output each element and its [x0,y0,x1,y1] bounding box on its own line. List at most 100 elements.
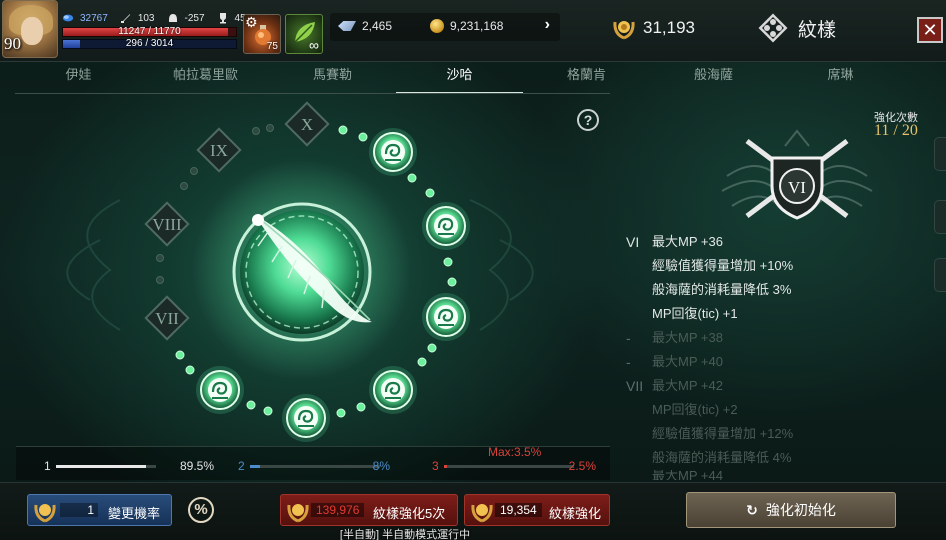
effect-group-pending: - 最大MP +38 - 最大MP +40 [626,326,723,374]
rate-index: 2 [238,459,245,473]
path-dot [336,408,346,418]
rate-track [444,465,574,468]
help-button[interactable]: ? [577,109,599,131]
path-dot [246,400,256,410]
side-tab[interactable] [934,137,946,171]
power-icon [62,14,74,22]
window-title-text: 紋樣 [798,19,837,41]
path-dot [443,257,453,267]
path-dot [185,365,195,375]
crystal-resource: 2,465 [338,19,392,33]
glyph-node-unlocked[interactable] [369,128,417,176]
glyph-node-locked[interactable]: VIII [144,201,190,247]
infinity-icon: ∞ [309,37,319,53]
glyph-node-locked[interactable]: IX [196,127,242,173]
attack-value: 103 [137,12,155,24]
crystal-value: 2,465 [362,19,393,33]
gold-value: 9,231,168 [450,19,504,33]
tab-4[interactable]: 格蘭肯 [523,62,650,92]
tab-1[interactable]: 帕拉葛里歐 [142,62,269,92]
hp-bar: 11247 / 11770 [62,26,237,37]
glyph-node-unlocked[interactable] [422,202,470,250]
change-chance-button[interactable]: 1 變更機率 [27,494,172,526]
effect-group-next: VII 最大MP +42 MP回復(tic) +2 經驗值獲得量增加 +12% … [626,374,793,480]
tabs-divider [15,93,610,94]
leaf-quick-slot[interactable]: ∞ [285,14,323,54]
reset-label: 強化初始化 [765,502,836,518]
effect-line: MP回復(tic) +2 [652,402,738,417]
glyph-node-unlocked[interactable] [196,366,244,414]
path-dot [358,132,368,142]
side-tab[interactable] [934,200,946,234]
path-dot [180,182,188,190]
path-dot [356,402,366,412]
potion-count: 75 [266,41,278,52]
glyph-node-unlocked[interactable] [422,293,470,341]
hp-text: 11247 / 11770 [118,26,181,37]
effect-group-current: VI 最大MP +36 經驗值獲得量增加 +10% 般海薩的消耗量降低 3% M… [626,230,793,326]
enhance-button[interactable]: 19,354 紋樣強化 [464,494,610,526]
laurel-total-value: 31,193 [643,18,695,37]
gold-resource: 9,231,168 [430,19,503,33]
locked-numeral: VIII [152,215,182,234]
enhance-cost: 19,354 [495,503,542,517]
crystal-icon [338,21,356,31]
tab-3[interactable]: 沙哈 [396,62,523,94]
chevron-right-icon[interactable]: › [545,16,550,34]
laurel-icon [287,504,309,523]
tab-0[interactable]: 伊娃 [15,62,142,92]
glyph-screen: 90 32767 103 -257 45 11247 / 11770 296 /… [0,0,946,540]
avatar-face [21,17,43,45]
close-button[interactable]: ✕ [917,17,943,43]
effect-roman: VII [626,378,644,394]
path-dot [447,277,457,287]
probability-button[interactable]: % [188,497,214,523]
rate-max: Max:3.5% [488,445,542,459]
glyph-node-locked[interactable]: X [284,101,330,147]
path-dot [263,406,273,416]
character-tabs: 伊娃 帕拉葛里歐 馬賽勒 沙哈 格蘭肯 般海薩 席琳 [15,62,945,94]
side-tab[interactable] [934,258,946,292]
path-dot [190,167,198,175]
path-dot [338,125,348,135]
effect-roman: VI [626,234,640,250]
player-stats: 32767 103 -257 45 [62,12,252,24]
rate-fill [444,465,448,468]
glyph-info-panel: 強化次數 11 / 20 VI VI 最大MP +36 經驗值獲得量增加 +10… [612,96,946,486]
tab-6[interactable]: 席琳 [777,62,904,92]
path-dot [417,357,427,367]
rate-fill [250,465,261,468]
path-dot [407,173,417,183]
effect-line: 最大MP +36 [652,234,723,249]
effect-line: 最大MP +42 [652,378,723,393]
locked-numeral: VII [155,309,179,328]
enhance-5x-button[interactable]: 139,976 紋樣強化5次 [280,494,458,526]
effect-roman: - [626,330,631,346]
chance-quantity: 1 [60,503,98,517]
glyph-node-unlocked[interactable] [282,394,330,442]
center-glyph[interactable] [232,202,372,342]
glyph-node-locked[interactable]: VII [144,295,190,341]
path-dot [252,127,260,135]
laurel-icon [613,21,635,40]
reset-enhance-button[interactable]: ↻ 強化初始化 [686,492,896,528]
auto-mode-status: [半自動] 半自動模式運行中 [339,529,471,540]
gold-coin-icon [430,19,444,33]
locked-numeral: IX [210,141,228,160]
sword-icon [120,14,130,23]
laurel-currency: 31,193 [611,16,695,40]
helmet-icon [168,14,177,22]
potion-quick-slot[interactable]: ⚙ 75 [243,14,281,54]
effect-line: 經驗值獲得量增加 +10% [652,258,794,273]
laurel-icon [471,504,493,523]
effect-line: 般海薩的消耗量降低 3% [652,282,792,297]
glyph-node-unlocked[interactable] [369,366,417,414]
effect-line: 最大MP +44 [652,470,723,480]
glyph-wheel: X IX VIII VII [66,101,534,442]
defense-value: -257 [184,12,205,24]
tab-2[interactable]: 馬賽勒 [269,62,396,92]
rate-index: 3 [432,459,439,473]
rate-value: 2.5% [568,459,596,473]
tab-5[interactable]: 般海薩 [650,62,777,92]
path-dot [156,254,164,262]
